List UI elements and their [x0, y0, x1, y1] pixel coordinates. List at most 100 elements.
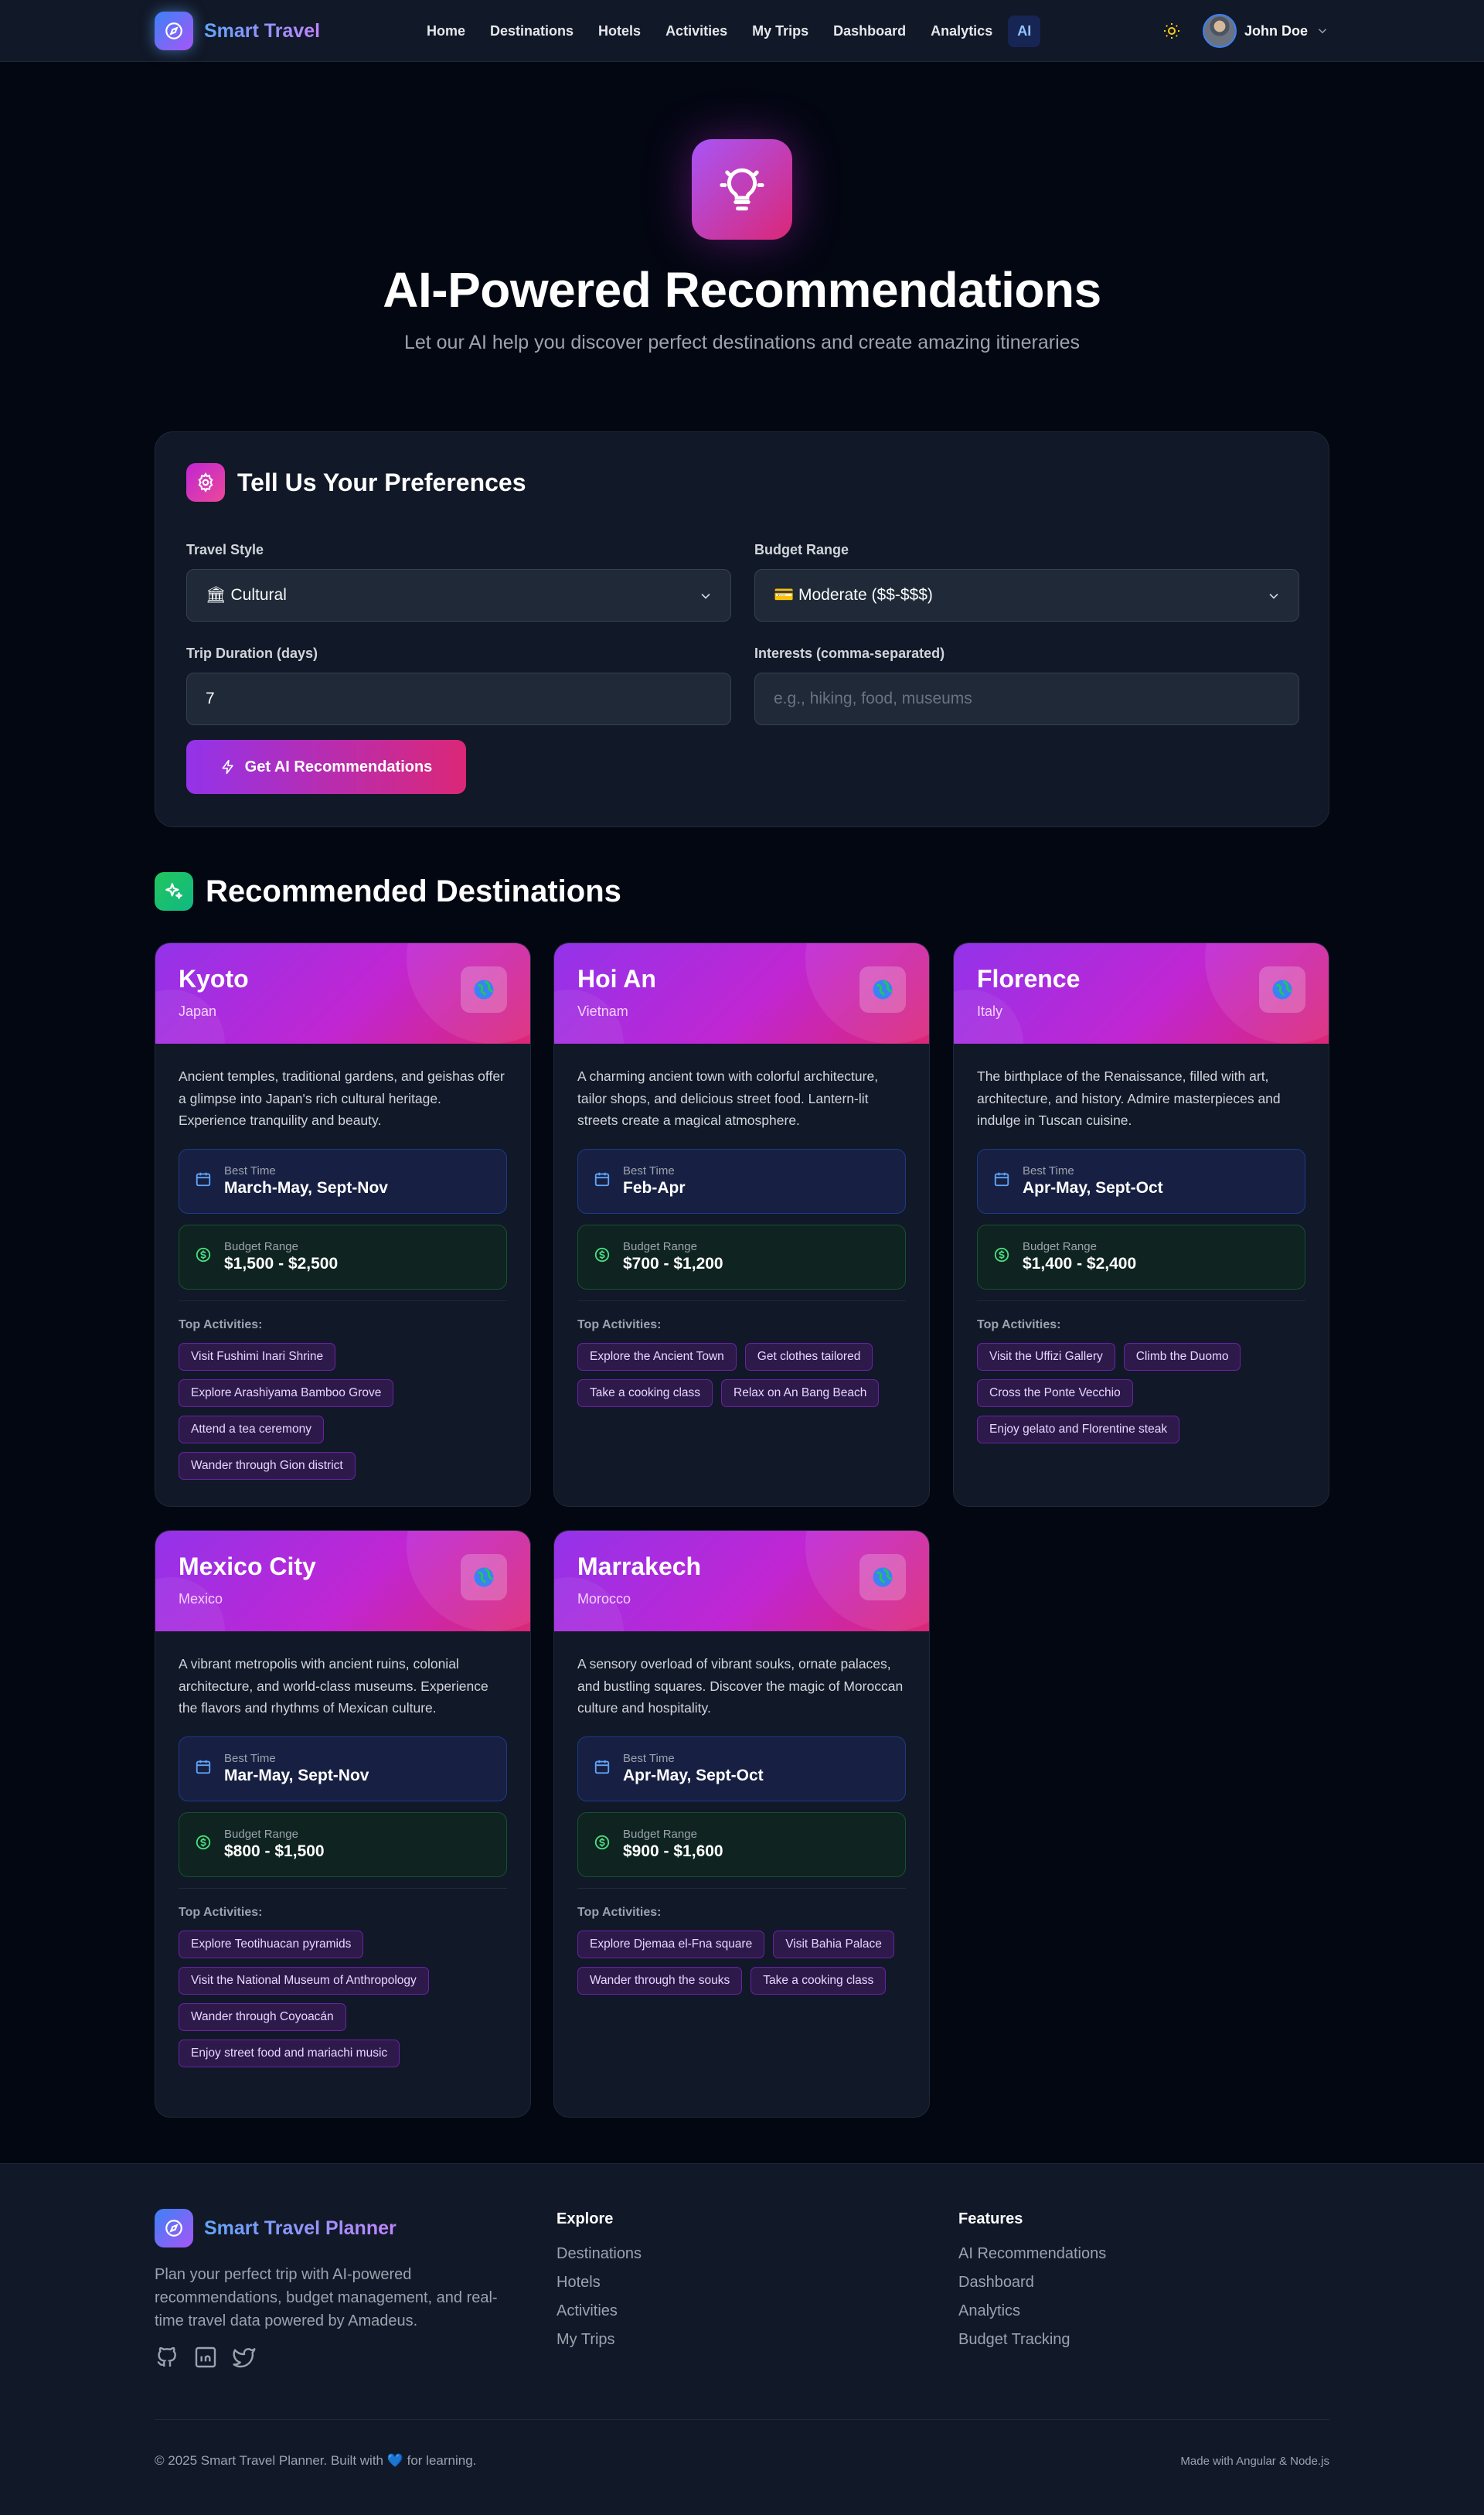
- destination-card-marrakech[interactable]: Marrakech Morocco A sensory overload of vi…: [553, 1530, 930, 2118]
- destination-description: The birthplace of the Renaissance, fille…: [977, 1068, 1281, 1128]
- nav-link-ai[interactable]: AI: [1008, 15, 1041, 47]
- destination-description: A vibrant metropolis with ancient ruins,…: [179, 1656, 488, 1716]
- nav-link-home[interactable]: Home: [417, 15, 475, 47]
- travel-style-select[interactable]: 🏛 Cultural: [186, 569, 731, 622]
- activity-tag[interactable]: Take a cooking class: [577, 1378, 713, 1407]
- activity-tag[interactable]: Visit Bahia Palace: [773, 1930, 894, 1958]
- top-activities-label: Top Activities:: [179, 1317, 263, 1331]
- activity-tag[interactable]: Wander through the souks: [577, 1966, 743, 1995]
- destination-card-florence[interactable]: Florence Italy The birthplace of the Renai…: [953, 942, 1329, 1507]
- budget-range-label: Budget Range: [623, 1240, 697, 1253]
- linkedin-icon[interactable]: [193, 2345, 218, 2370]
- activity-tag[interactable]: Visit the Uffizi Gallery: [977, 1342, 1115, 1371]
- github-icon[interactable]: [155, 2345, 179, 2370]
- destination-name: Florence: [977, 965, 1081, 993]
- card-divider: [179, 1300, 507, 1301]
- dollar-icon: [993, 1246, 1010, 1267]
- budget-range-label: Budget Range: [623, 1828, 697, 1841]
- budget-range-select[interactable]: 💳 Moderate ($$-$$$): [754, 569, 1299, 622]
- interests-placeholder: e.g., hiking, food, museums: [774, 690, 972, 707]
- activity-tag[interactable]: Explore Djemaa el-Fna square: [577, 1930, 765, 1958]
- nav-links: Home Destinations Hotels Activities My T…: [417, 15, 1041, 47]
- chevron-down-icon: [1269, 593, 1278, 599]
- activity-tag[interactable]: Enjoy gelato and Florentine steak: [977, 1415, 1180, 1443]
- footer-explore-title: Explore: [556, 2210, 614, 2227]
- footer-link-activities[interactable]: Activities: [556, 2302, 642, 2320]
- budget-range-value: $700 - $1,200: [623, 1255, 723, 1273]
- calendar-icon: [195, 1171, 212, 1191]
- sparkle-icon: [222, 759, 233, 775]
- travel-style-field: Travel Style 🏛 Cultural: [186, 542, 731, 622]
- nav-link-destinations[interactable]: Destinations: [481, 15, 583, 47]
- best-time-box: Best Time Feb-Apr: [577, 1148, 906, 1214]
- activity-tag[interactable]: Explore Arashiyama Bamboo Grove: [179, 1378, 394, 1407]
- activity-tag[interactable]: Attend a tea ceremony: [179, 1415, 324, 1443]
- destination-card-kyoto[interactable]: Kyoto Japan Ancient temples, traditional g…: [155, 942, 531, 1507]
- best-time-box: Best Time Apr-May, Sept-Oct: [577, 1736, 906, 1801]
- best-time-value: Mar-May, Sept-Nov: [224, 1767, 369, 1784]
- dollar-icon: [594, 1834, 611, 1855]
- footer-link-destinations[interactable]: Destinations: [556, 2245, 642, 2263]
- brand-link[interactable]: Smart Travel: [155, 12, 320, 50]
- activity-tag[interactable]: Wander through Coyoacán: [179, 2002, 346, 2031]
- footer-features-title: Features: [958, 2210, 1023, 2227]
- trip-duration-value: 7: [206, 690, 215, 707]
- calendar-icon: [594, 1171, 611, 1191]
- top-activities-label: Top Activities:: [577, 1905, 662, 1919]
- activity-tag[interactable]: Take a cooking class: [751, 1966, 887, 1995]
- footer-link-my-trips[interactable]: My Trips: [556, 2331, 642, 2349]
- budget-range-field: Budget Range 💳 Moderate ($$-$$$): [754, 542, 1299, 622]
- footer-brand[interactable]: Smart Travel Planner: [155, 2209, 397, 2247]
- nav-link-activities[interactable]: Activities: [656, 15, 737, 47]
- user-menu[interactable]: John Doe: [1202, 14, 1329, 48]
- activity-tag[interactable]: Enjoy street food and mariachi music: [179, 2039, 400, 2067]
- activity-tag[interactable]: Visit Fushimi Inari Shrine: [179, 1342, 336, 1371]
- activity-tag[interactable]: Climb the Duomo: [1123, 1342, 1241, 1371]
- compass-logo-icon: [155, 12, 193, 50]
- activity-tag[interactable]: Visit the National Museum of Anthropolog…: [179, 1966, 429, 1995]
- interests-input[interactable]: e.g., hiking, food, museums: [754, 673, 1299, 725]
- footer-link-analytics[interactable]: Analytics: [958, 2302, 1106, 2320]
- footer-link-hotels[interactable]: Hotels: [556, 2274, 642, 2292]
- globe-icon: [859, 1554, 906, 1600]
- card-divider: [179, 1887, 507, 1889]
- footer-link-ai-recommendations[interactable]: AI Recommendations: [958, 2245, 1106, 2263]
- budget-range-label: Budget Range: [754, 542, 849, 557]
- budget-range-label: Budget Range: [224, 1828, 298, 1841]
- destination-description: A sensory overload of vibrant souks, orn…: [577, 1656, 904, 1716]
- activity-tag[interactable]: Explore the Ancient Town: [577, 1342, 737, 1371]
- theme-toggle-button[interactable]: [1161, 20, 1183, 42]
- activity-tag[interactable]: Get clothes tailored: [744, 1342, 873, 1371]
- destination-card-mexico-city[interactable]: Mexico City Mexico A vibrant metropolis wi…: [155, 1530, 531, 2118]
- footer-link-dashboard[interactable]: Dashboard: [958, 2274, 1106, 2292]
- best-time-label: Best Time: [623, 1164, 675, 1177]
- nav-link-hotels[interactable]: Hotels: [589, 15, 650, 47]
- destination-card-hoi-an[interactable]: Hoi An Vietnam A charming ancient town wit…: [553, 942, 930, 1507]
- card-divider: [577, 1300, 906, 1301]
- interests-label: Interests (comma-separated): [754, 646, 945, 661]
- destination-country: Vietnam: [577, 1004, 628, 1019]
- nav-link-my-trips[interactable]: My Trips: [743, 15, 818, 47]
- nav-link-analytics[interactable]: Analytics: [921, 15, 1002, 47]
- recommendations-title: Recommended Destinations: [206, 874, 621, 908]
- card-header: Florence Italy: [954, 943, 1329, 1044]
- destination-name: Marrakech: [577, 1552, 702, 1580]
- activity-tag[interactable]: Wander through Gion district: [179, 1451, 356, 1480]
- card-header: Marrakech Morocco: [554, 1531, 929, 1631]
- destination-country: Morocco: [577, 1591, 631, 1607]
- trip-duration-field: Trip Duration (days) 7: [186, 646, 731, 725]
- twitter-icon[interactable]: [232, 2345, 257, 2370]
- activity-tag[interactable]: Relax on An Bang Beach: [721, 1378, 880, 1407]
- trip-duration-input[interactable]: 7: [186, 673, 731, 725]
- travel-style-label: Travel Style: [186, 542, 264, 557]
- activity-tag[interactable]: Explore Teotihuacan pyramids: [179, 1930, 364, 1958]
- destination-name: Kyoto: [179, 965, 249, 993]
- nav-link-dashboard[interactable]: Dashboard: [824, 15, 915, 47]
- page-title: AI-Powered Recommendations: [383, 262, 1101, 318]
- get-ai-recommendations-button[interactable]: Get AI Recommendations: [186, 740, 466, 794]
- footer-link-budget-tracking[interactable]: Budget Tracking: [958, 2331, 1106, 2349]
- footer-explore-column: Explore Destinations Hotels Activities M…: [556, 2210, 642, 2360]
- card-divider: [977, 1300, 1305, 1301]
- globe-icon: [461, 966, 507, 1013]
- activity-tag[interactable]: Cross the Ponte Vecchio: [977, 1378, 1133, 1407]
